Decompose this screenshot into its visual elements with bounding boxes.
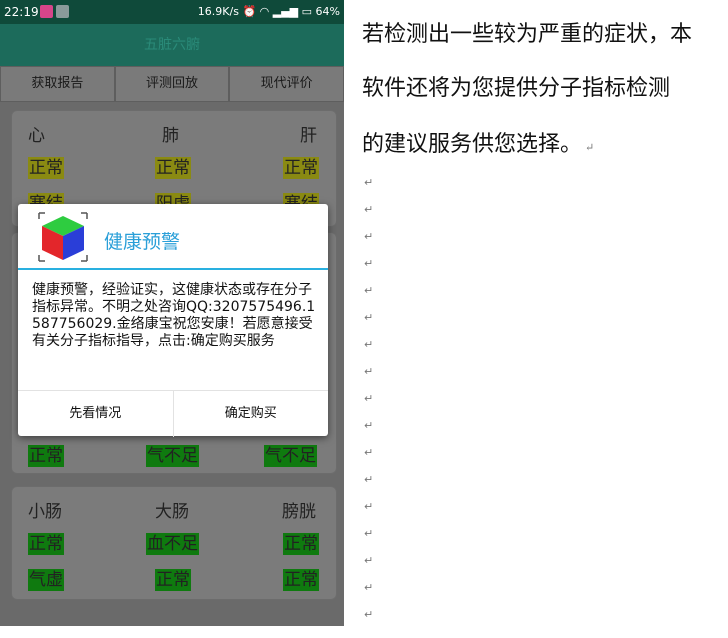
paragraph-mark: ↵ [364,473,374,486]
paragraph-mark: ↵ [364,446,374,459]
dialog-message: 健康预警，经验证实，这健康状态或存在分子指标异常。不明之处咨询QQ:320757… [32,282,316,349]
document-page: 若检测出一些较为严重的症状，本 软件还将为您提供分子指标检测 的建议服务供您选择… [344,0,728,638]
paragraph-mark: ↵ [364,581,374,594]
dialog-divider [18,268,328,270]
paragraph-mark: ↵ [364,500,374,513]
wait-and-see-button[interactable]: 先看情况 [18,391,173,437]
paragraph-mark: ↵ [364,338,374,351]
dialog-title: 健康预警 [104,231,181,253]
doc-line: 的建议服务供您选择。 ↵ [362,126,594,158]
paragraph-mark: ↵ [364,527,374,540]
health-warning-dialog: 健康预警 健康预警，经验证实，这健康状态或存在分子指标异常。不明之处咨询QQ:3… [18,204,328,437]
dialog-button-row: 先看情况 确定购买 [18,390,328,437]
paragraph-mark: ↵ [364,554,374,567]
doc-line-text: 的建议服务供您选择。 [362,132,583,157]
paragraph-mark: ↵ [364,203,374,216]
paragraph-mark: ↵ [364,257,374,270]
paragraph-mark: ↵ [364,365,374,378]
paragraph-mark: ↵ [364,284,374,297]
paragraph-mark: ↵ [364,311,374,324]
paragraph-mark: ↵ [364,230,374,243]
paragraph-mark: ↵ [364,176,374,189]
paragraph-mark: ↵ [364,392,374,405]
doc-line: 软件还将为您提供分子指标检测 [362,76,671,101]
paragraph-mark: ↵ [364,608,374,621]
paragraph-mark: ↵ [364,419,374,432]
paragraph-mark: ↵ [585,141,595,154]
phone-screenshot: 22:19 16.9K/s ⏰ ◠ ▂▄▆ ▭ 64% 五脏六腑 获取报告 评测… [0,0,344,626]
cube-logo-icon [38,212,88,262]
dialog-header: 健康预警 [18,204,328,266]
doc-line: 若检测出一些较为严重的症状，本 [362,22,693,47]
confirm-purchase-button[interactable]: 确定购买 [172,391,329,437]
